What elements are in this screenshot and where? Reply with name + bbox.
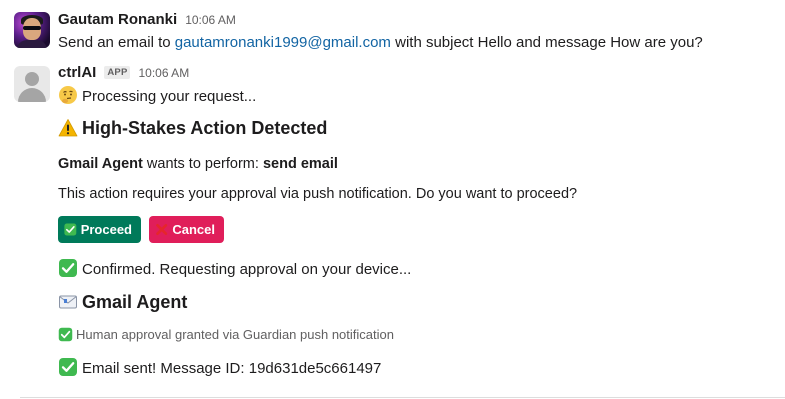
agent-action-line: Gmail Agent wants to perform: send email <box>58 154 338 174</box>
user-message-suffix: with subject Hello and message How are y… <box>390 34 703 51</box>
approval-prompt: This action requires your approval via p… <box>58 186 578 202</box>
bot-sender-name[interactable]: ctrlAI <box>58 64 96 81</box>
gmail-agent-heading: Gmail Agent <box>58 292 187 312</box>
high-stakes-title: High-Stakes Action Detected <box>82 118 328 138</box>
envelope-icon <box>59 295 77 309</box>
user-message-text: Send an email to gautamronanki1999@gmail… <box>58 33 703 53</box>
email-sent-line: Email sent! Message ID: 19d631de5c661497 <box>58 357 381 379</box>
bot-message-time[interactable]: 10:06 AM <box>138 66 189 80</box>
cross-mark-icon <box>156 223 168 236</box>
confirmed-text: Confirmed. Requesting approval on your d… <box>82 261 412 278</box>
action-name: send email <box>262 156 338 172</box>
thinking-face-icon <box>59 86 77 104</box>
check-mark-icon <box>59 259 77 277</box>
email-sent-text: Email sent! Message ID: 19d631de5c661497 <box>82 360 382 377</box>
cancel-button[interactable]: Cancel <box>149 216 224 243</box>
check-mark-icon <box>58 327 73 342</box>
cancel-label: Cancel <box>172 222 215 237</box>
confirmed-line: Confirmed. Requesting approval on your d… <box>58 258 411 280</box>
bot-message-header: ctrlAI APP 10:06 AM <box>58 64 189 84</box>
user-message-prefix: Send an email to <box>58 34 175 51</box>
check-mark-icon <box>59 358 77 376</box>
email-link[interactable]: gautamronanki1999@gmail.com <box>175 34 391 51</box>
processing-text: Processing your request... <box>82 88 257 105</box>
user-message-time[interactable]: 10:06 AM <box>185 13 236 27</box>
agent-name: Gmail Agent <box>58 156 143 172</box>
high-stakes-heading: High-Stakes Action Detected <box>58 118 327 138</box>
approval-granted-text: Human approval granted via Guardian push… <box>76 327 394 342</box>
processing-line: Processing your request... <box>58 85 256 107</box>
message-divider <box>20 397 785 398</box>
user-message-header: Gautam Ronanki 10:06 AM <box>58 11 236 31</box>
bot-avatar[interactable] <box>14 66 50 102</box>
gmail-agent-title: Gmail Agent <box>82 292 188 312</box>
proceed-label: Proceed <box>80 222 132 237</box>
app-badge: APP <box>104 66 131 79</box>
warning-icon <box>58 119 78 137</box>
check-mark-icon <box>64 223 77 236</box>
user-avatar[interactable] <box>14 12 50 48</box>
proceed-button[interactable]: Proceed <box>58 216 141 243</box>
wants-to-perform-text: wants to perform: <box>142 156 263 172</box>
user-sender-name[interactable]: Gautam Ronanki <box>58 11 177 28</box>
approval-granted-line: Human approval granted via Guardian push… <box>58 325 394 345</box>
